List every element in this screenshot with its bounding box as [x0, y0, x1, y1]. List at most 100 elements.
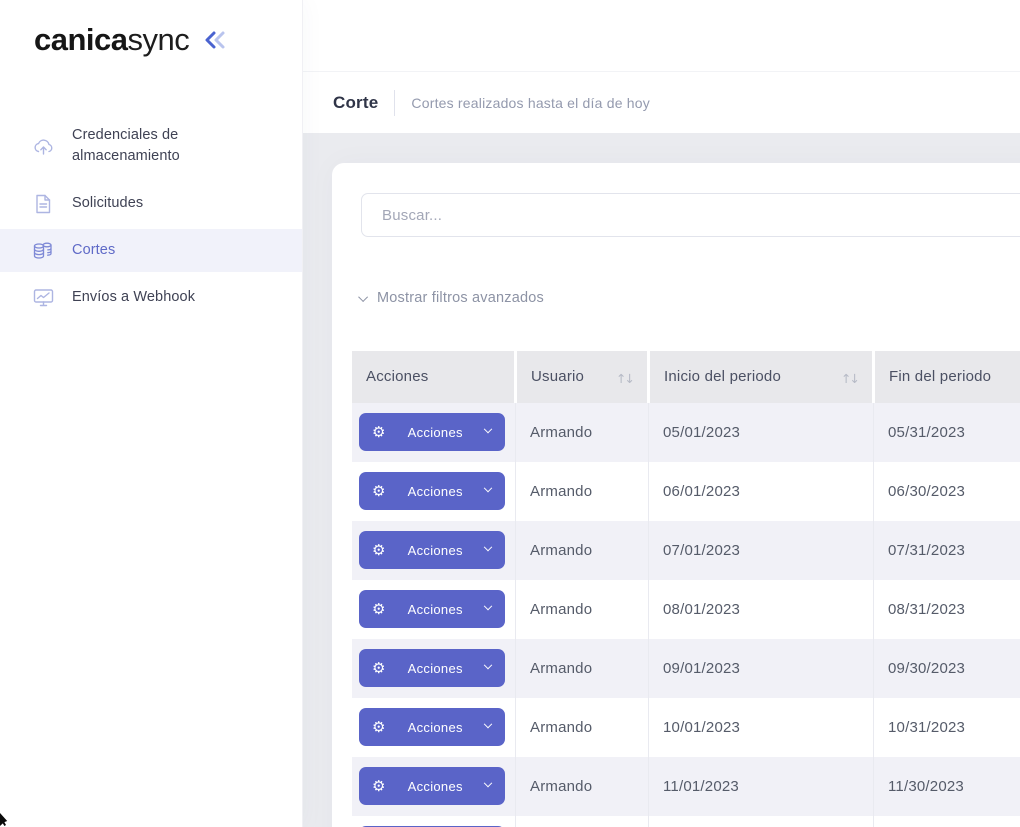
topbar [303, 0, 1020, 72]
table-row: ⚙ Acciones Armando 10/01/2023 10/31/2023 [352, 698, 1020, 757]
breadcrumb: Corte Cortes realizados hasta el día de … [303, 72, 1020, 133]
actions-button-label: Acciones [408, 484, 463, 499]
actions-button-label: Acciones [408, 543, 463, 558]
sidebar-item-credenciales[interactable]: Credenciales de almacenamiento [0, 114, 302, 178]
content-area: Mostrar filtros avanzados Acciones Usuar… [303, 133, 1020, 827]
cell-acciones: ⚙ Acciones [352, 698, 516, 757]
gear-icon: ⚙ [372, 543, 385, 558]
cloud-upload-icon [32, 137, 54, 156]
cell-fin: 08/31/2023 [874, 580, 1020, 639]
app-logo[interactable]: canicasync [34, 22, 189, 58]
row-actions-button[interactable]: ⚙ Acciones [359, 708, 505, 746]
cortes-table: Acciones Usuario ↑↓ Inicio del periodo ↑… [352, 351, 1020, 827]
column-header-fin-periodo: Fin del periodo [874, 351, 1020, 403]
cell-inicio: 09/01/2023 [649, 639, 874, 698]
cell-fin: 09/30/2023 [874, 639, 1020, 698]
row-actions-button[interactable]: ⚙ Acciones [359, 531, 505, 569]
sidebar-item-label: Credenciales de almacenamiento [72, 125, 282, 167]
table-body: ⚙ Acciones Armando 05/01/2023 05/31/2023… [352, 403, 1020, 827]
logo-text-light: sync [128, 22, 190, 57]
sidebar-menu: Credenciales de almacenamiento Solicitud… [0, 114, 302, 323]
cell-fin: 07/31/2023 [874, 521, 1020, 580]
row-actions-button[interactable]: ⚙ Acciones [359, 649, 505, 687]
table-row: ⚙ Acciones [352, 816, 1020, 827]
gear-icon: ⚙ [372, 661, 385, 676]
cell-acciones: ⚙ Acciones [352, 757, 516, 816]
cell-acciones: ⚙ Acciones [352, 403, 516, 462]
sidebar-item-label: Solicitudes [72, 193, 143, 214]
sidebar-item-envios-webhook[interactable]: Envíos a Webhook [0, 276, 302, 319]
cell-inicio: 06/01/2023 [649, 462, 874, 521]
actions-button-label: Acciones [408, 425, 463, 440]
actions-button-label: Acciones [408, 602, 463, 617]
cell-usuario: Armando [516, 403, 649, 462]
column-header-acciones: Acciones [352, 351, 516, 403]
cell-usuario: Armando [516, 698, 649, 757]
sidebar-item-label: Cortes [72, 240, 115, 261]
row-actions-button[interactable]: ⚙ Acciones [359, 590, 505, 628]
advanced-filters-label: Mostrar filtros avanzados [377, 290, 544, 306]
gear-icon: ⚙ [372, 484, 385, 499]
cell-acciones: ⚙ Acciones [352, 639, 516, 698]
table-row: ⚙ Acciones Armando 09/01/2023 09/30/2023 [352, 639, 1020, 698]
gear-icon: ⚙ [372, 602, 385, 617]
chevron-down-icon [484, 779, 492, 787]
sort-icon[interactable]: ↑↓ [616, 371, 633, 386]
column-header-usuario[interactable]: Usuario ↑↓ [516, 351, 649, 403]
search-input[interactable] [361, 193, 1020, 237]
table-row: ⚙ Acciones Armando 05/01/2023 05/31/2023 [352, 403, 1020, 462]
cell-usuario: Armando [516, 521, 649, 580]
page-subtitle: Cortes realizados hasta el día de hoy [411, 95, 650, 111]
cell-fin: 05/31/2023 [874, 403, 1020, 462]
sidebar: canicasync Credenciales de almacenamient… [0, 0, 303, 827]
cell-usuario: Armando [516, 639, 649, 698]
monitor-chart-icon [32, 288, 54, 307]
row-actions-button[interactable]: ⚙ Acciones [359, 472, 505, 510]
cell-inicio: 08/01/2023 [649, 580, 874, 639]
coins-icon [32, 241, 54, 261]
app-root: canicasync Credenciales de almacenamient… [0, 0, 1020, 827]
cell-usuario: Armando [516, 580, 649, 639]
sidebar-item-solicitudes[interactable]: Solicitudes [0, 182, 302, 225]
sidebar-collapse-button[interactable] [203, 29, 229, 51]
cell-usuario: Armando [516, 757, 649, 816]
chevron-down-icon [484, 543, 492, 551]
row-actions-button[interactable]: ⚙ Acciones [359, 767, 505, 805]
row-actions-button[interactable]: ⚙ Acciones [359, 413, 505, 451]
chevron-down-icon [358, 292, 368, 302]
chevron-down-icon [484, 484, 492, 492]
cell-inicio [649, 816, 874, 827]
table-row: ⚙ Acciones Armando 11/01/2023 11/30/2023 [352, 757, 1020, 816]
cell-acciones: ⚙ Acciones [352, 462, 516, 521]
gear-icon: ⚙ [372, 720, 385, 735]
document-icon [32, 194, 54, 214]
sidebar-item-label: Envíos a Webhook [72, 287, 195, 308]
cell-fin [874, 816, 1020, 827]
actions-button-label: Acciones [408, 720, 463, 735]
content-card: Mostrar filtros avanzados Acciones Usuar… [332, 163, 1020, 827]
breadcrumb-divider [394, 90, 395, 116]
table-row: ⚙ Acciones Armando 07/01/2023 07/31/2023 [352, 521, 1020, 580]
cell-acciones: ⚙ Acciones [352, 580, 516, 639]
cell-inicio: 05/01/2023 [649, 403, 874, 462]
cell-acciones: ⚙ Acciones [352, 521, 516, 580]
column-header-inicio-periodo[interactable]: Inicio del periodo ↑↓ [649, 351, 874, 403]
actions-button-label: Acciones [408, 661, 463, 676]
gear-icon: ⚙ [372, 779, 385, 794]
gear-icon: ⚙ [372, 425, 385, 440]
sidebar-item-cortes[interactable]: Cortes [0, 229, 302, 272]
cell-inicio: 07/01/2023 [649, 521, 874, 580]
chevron-down-icon [484, 720, 492, 728]
cell-inicio: 11/01/2023 [649, 757, 874, 816]
logo-text-bold: canica [34, 22, 128, 57]
actions-button-label: Acciones [408, 779, 463, 794]
cell-acciones: ⚙ Acciones [352, 816, 516, 827]
table-row: ⚙ Acciones Armando 06/01/2023 06/30/2023 [352, 462, 1020, 521]
double-chevron-left-icon [203, 29, 229, 51]
cell-inicio: 10/01/2023 [649, 698, 874, 757]
sort-icon[interactable]: ↑↓ [841, 371, 858, 386]
cell-usuario: Armando [516, 462, 649, 521]
page-title: Corte [333, 93, 378, 113]
advanced-filters-toggle[interactable]: Mostrar filtros avanzados [361, 290, 544, 306]
cell-fin: 06/30/2023 [874, 462, 1020, 521]
